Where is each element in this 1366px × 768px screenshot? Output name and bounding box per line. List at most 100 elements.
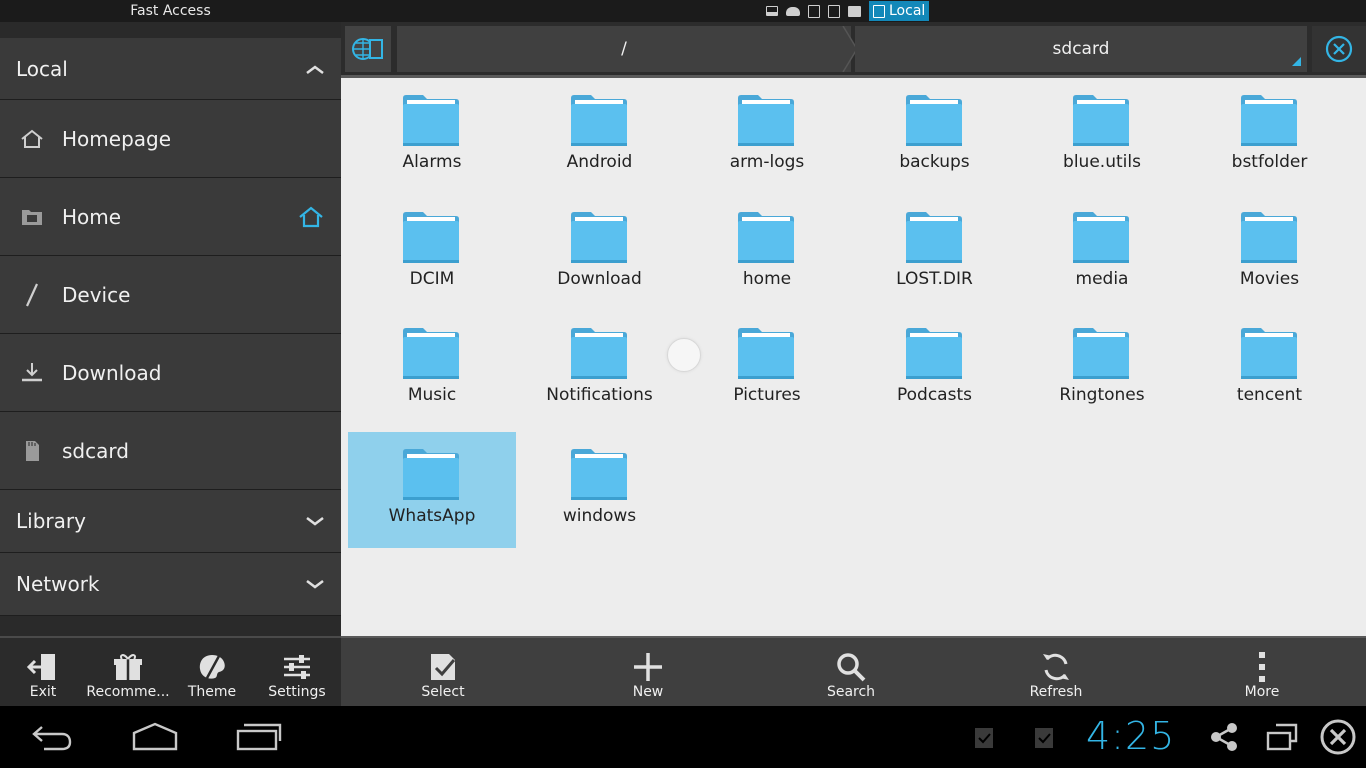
share-button[interactable] [1206,706,1242,768]
window-toggle-button[interactable] [345,26,391,72]
file-item[interactable]: Notifications [516,311,684,427]
file-item[interactable]: backups [851,78,1019,194]
sidebar-item-device[interactable]: Device [0,256,341,334]
local-window-label: Local [889,3,926,19]
settings-button[interactable]: Settings [260,638,334,706]
set-home-icon[interactable] [297,203,325,231]
refresh-label: Refresh [1029,684,1083,700]
folder-icon [570,328,627,379]
fast-access-title: Fast Access [130,3,211,19]
more-button[interactable]: More [1222,638,1302,706]
recent-apps-button[interactable] [232,706,286,768]
theme-button[interactable]: Theme [178,638,246,706]
folder-icon [1073,95,1129,146]
file-item[interactable]: tencent [1186,311,1354,427]
touch-indicator [667,338,701,372]
file-item[interactable]: Ringtones [1018,311,1186,427]
folder-icon [738,328,794,379]
file-item[interactable]: windows [516,432,684,548]
file-name: Music [407,385,457,405]
sidebar-item-sdcard[interactable]: sdcard [0,412,341,490]
share-icon [1211,723,1237,751]
file-grid[interactable]: Alarms Android arm-logs backups blue.utils bs… [341,78,1366,636]
sidebar-header-library[interactable]: Library [0,490,341,553]
file-item[interactable]: Android [516,78,684,194]
sidebar-item-label: Home [62,204,122,229]
sidebar-item-download[interactable]: Download [0,334,341,412]
select-button[interactable]: Select [403,638,483,706]
phone-window-icon[interactable] [808,4,820,18]
file-item[interactable]: arm-logs [683,78,851,194]
file-item[interactable]: LOST.DIR [851,195,1019,311]
sidebar-header-label: Network [16,572,100,596]
close-app-button[interactable] [1316,706,1360,768]
search-icon [837,653,866,682]
file-name: Download [557,268,642,289]
file-item[interactable]: Music [348,311,516,427]
select-label: Select [421,684,465,700]
file-item[interactable]: Podcasts [851,311,1019,427]
system-clock: 4:25 [1086,714,1176,758]
file-item[interactable]: Movies [1186,195,1354,311]
new-label: New [632,684,664,700]
window-resize-button[interactable] [1262,706,1302,768]
back-arrow-icon [32,726,72,751]
home-nav-button[interactable] [128,706,182,768]
refresh-button[interactable]: Refresh [1016,638,1096,706]
slash-icon [18,281,46,309]
system-navigation-bar: 4:25 [0,706,1366,768]
cloud-window-icon[interactable] [786,6,800,16]
new-button[interactable]: New [608,638,688,706]
file-item[interactable]: DCIM [348,195,516,311]
file-name: blue.utils [1063,152,1141,172]
folder-icon [403,95,459,146]
main-toolbar: Select New Search Refresh More [341,636,1366,706]
path-segment-root[interactable]: / [397,26,851,72]
file-item[interactable]: Pictures [683,311,851,427]
back-button[interactable] [26,706,78,768]
sliders-icon [284,655,310,679]
sidebar-item-homepage[interactable]: Homepage [0,100,341,178]
file-item[interactable]: WhatsApp [348,431,516,548]
search-button[interactable]: Search [811,638,891,706]
path-segment-sdcard[interactable]: sdcard [855,26,1307,72]
file-item[interactable]: Alarms [348,78,516,194]
sidebar-header-label: Local [16,56,68,81]
file-name: Alarms [402,152,462,172]
download-icon [18,359,46,387]
exit-button[interactable]: Exit [8,638,78,706]
file-name: Podcasts [897,385,972,405]
close-window-button[interactable] [1312,26,1366,72]
top-status-strip: Fast Access Local [0,0,1366,22]
folder-icon [18,203,46,231]
local-window-tab[interactable]: Local [869,1,930,21]
settings-label: Settings [268,684,326,700]
sidebar-header-network[interactable]: Network [0,553,341,616]
recent-apps-icon [236,723,282,751]
file-item[interactable]: media [1018,195,1186,311]
sidebar-item-home[interactable]: Home [0,178,341,256]
file-item[interactable]: blue.utils [1018,78,1186,194]
gift-icon [114,654,142,680]
file-name: Pictures [733,385,801,405]
file-item[interactable]: home [683,195,851,311]
search-label: Search [826,684,876,700]
recommend-button[interactable]: Recomme... [86,638,170,706]
folder-icon [1073,328,1129,379]
sidebar-header-label: Library [16,509,86,533]
sidebar-header-local[interactable]: Local [0,38,341,100]
file-name: Notifications [546,385,653,405]
file-item[interactable]: Download [516,195,684,311]
dropdown-corner-icon [1292,57,1301,66]
file-name: home [742,268,792,289]
clipboard-check-icon [970,706,998,768]
folder-icon [1073,211,1129,263]
window-tabs: Local [766,1,930,21]
image-window-icon[interactable] [848,5,861,17]
file-name: arm-logs [729,152,805,172]
file-name: Ringtones [1059,385,1145,405]
phone-window-icon[interactable] [828,4,840,18]
computer-window-icon[interactable] [766,6,778,16]
file-name: windows [562,505,637,526]
file-item[interactable]: bstfolder [1186,78,1354,194]
